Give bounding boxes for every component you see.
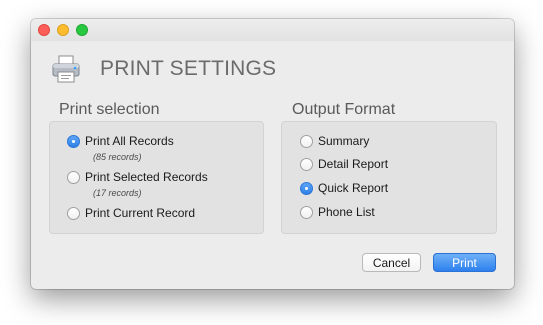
radio-button-selected[interactable] xyxy=(67,134,80,148)
radio-button[interactable] xyxy=(300,134,313,148)
radio-detail-report[interactable]: Detail Report xyxy=(300,157,388,171)
radio-label: Detail Report xyxy=(318,157,389,171)
page-title: PRINT SETTINGS xyxy=(100,57,277,80)
radio-button[interactable] xyxy=(67,170,80,184)
radio-summary[interactable]: Summary xyxy=(300,134,369,148)
minimize-window-button[interactable] xyxy=(57,24,69,36)
radio-phone-list[interactable]: Phone List xyxy=(300,205,375,219)
printer-icon xyxy=(50,53,82,85)
output-format-group: Summary Detail Report Quick Report Phone… xyxy=(281,121,497,234)
cancel-button[interactable]: Cancel xyxy=(362,253,421,272)
output-format-heading: Output Format xyxy=(292,101,396,118)
radio-label: Print All Records xyxy=(85,134,174,148)
radio-print-selected-records[interactable]: Print Selected Records xyxy=(67,170,208,184)
print-selection-heading: Print selection xyxy=(59,101,160,118)
radio-label: Quick Report xyxy=(318,181,389,195)
radio-label: Phone List xyxy=(318,205,375,219)
radio-print-current-record[interactable]: Print Current Record xyxy=(67,206,195,220)
radio-button[interactable] xyxy=(300,157,313,171)
print-settings-window: PRINT SETTINGS Print selection Print All… xyxy=(31,19,514,289)
print-button[interactable]: Print xyxy=(433,253,496,272)
zoom-window-button[interactable] xyxy=(76,24,88,36)
radio-quick-report[interactable]: Quick Report xyxy=(300,181,388,195)
record-count-note: (17 records) xyxy=(93,188,142,198)
print-selection-group: Print All Records (85 records) Print Sel… xyxy=(49,121,264,234)
radio-label: Print Selected Records xyxy=(85,170,208,184)
radio-print-all-records[interactable]: Print All Records xyxy=(67,134,174,148)
title-bar xyxy=(31,19,514,41)
radio-button[interactable] xyxy=(300,205,313,219)
radio-label: Print Current Record xyxy=(85,206,196,220)
radio-label: Summary xyxy=(318,134,370,148)
record-count-note: (85 records) xyxy=(93,152,142,162)
close-window-button[interactable] xyxy=(38,24,50,36)
radio-button-selected[interactable] xyxy=(300,181,313,195)
radio-button[interactable] xyxy=(67,206,80,220)
